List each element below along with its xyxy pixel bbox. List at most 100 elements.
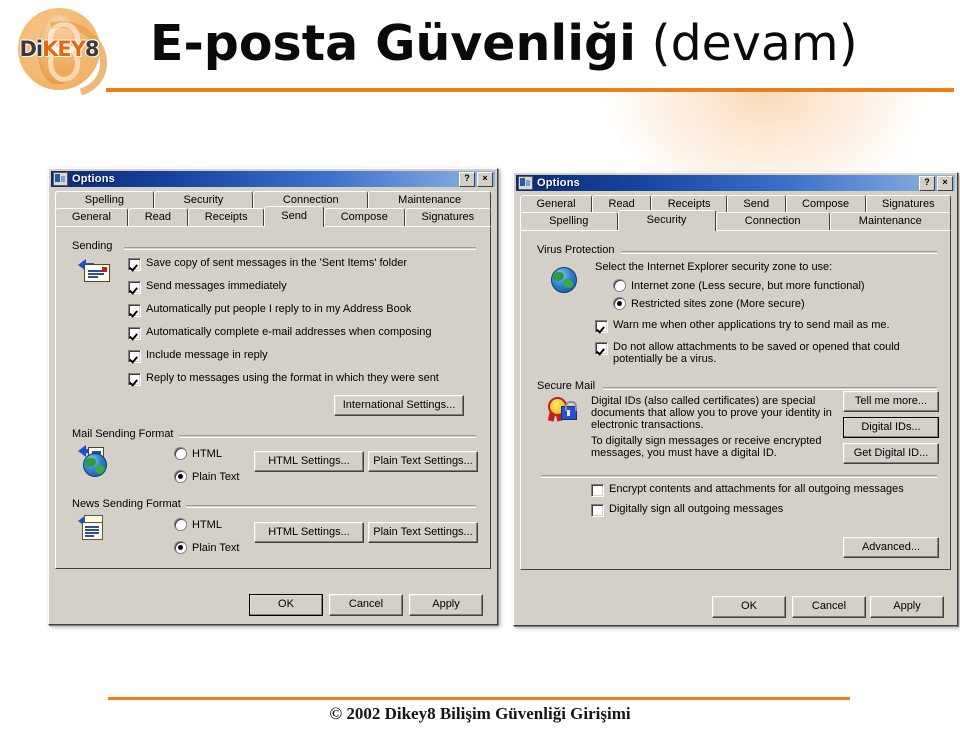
radio-news-html-box[interactable] [174,518,187,531]
radio-mail-html[interactable]: HTML [174,447,222,460]
tab-receipts[interactable]: Receipts [187,208,265,226]
help-button-send[interactable]: ? [459,171,475,187]
radio-news-plain-text-label: Plain Text [192,541,240,554]
checkbox-save-copy-box[interactable] [128,258,141,271]
radio-news-html[interactable]: HTML [174,518,222,531]
tab-compose[interactable]: Compose [323,208,405,226]
checkbox-block-attachments-label: Do not allow attachments to be saved or … [613,341,900,365]
close-button-send[interactable]: × [477,171,493,187]
digital-ids-button[interactable]: Digital IDs... [843,417,939,438]
tabpanel-send: Sending Save copy of sent messages in th… [55,226,491,569]
checkbox-send-immediately-box[interactable] [128,281,141,294]
mail-html-settings-button[interactable]: HTML Settings... [254,451,364,472]
zone-prompt-label: Select the Internet Explorer security zo… [595,261,833,273]
radio-mail-plain-text-label: Plain Text [192,470,240,483]
international-settings-button[interactable]: International Settings... [334,395,464,416]
tell-me-more-button[interactable]: Tell me more... [843,391,939,412]
radio-mail-html-box[interactable] [174,447,187,460]
news-format-document-icon [78,515,104,540]
tab-maintenance-sec[interactable]: Maintenance [829,212,951,230]
get-digital-id-button[interactable]: Get Digital ID... [843,443,939,464]
radio-restricted-zone-box[interactable] [613,297,626,310]
checkbox-reply-format-box[interactable] [128,373,141,386]
tab-maintenance[interactable]: Maintenance [368,191,491,209]
options-dialog-send: Options ? × Spelling Security Connection… [48,168,498,625]
group-sending-rule [124,247,476,250]
tab-general[interactable]: General [55,208,128,226]
checkbox-warn-other-apps[interactable]: Warn me when other applications try to s… [595,319,925,333]
close-button-security[interactable]: × [937,175,953,191]
tabstrip-security: General Read Receipts Send Compose Signa… [520,195,952,231]
checkbox-sign-outgoing-box[interactable] [591,504,604,517]
checkbox-warn-other-apps-box[interactable] [595,320,608,333]
radio-restricted-zone[interactable]: Restricted sites zone (More secure) [613,297,805,310]
cancel-button-send[interactable]: Cancel [329,594,403,616]
globe-icon [83,453,107,477]
secure-mail-paragraph-1: Digital IDs (also called certificates) a… [591,395,832,431]
advanced-button[interactable]: Advanced... [843,537,939,558]
sent-mail-icon [78,259,110,282]
checkbox-auto-address-book[interactable]: Automatically put people I reply to in m… [128,303,468,317]
checkbox-auto-address-book-label: Automatically put people I reply to in m… [146,303,412,315]
checkbox-autocomplete-addresses-box[interactable] [128,327,141,340]
tab-connection-sec[interactable]: Connection [715,212,830,230]
checkbox-encrypt-outgoing-box[interactable] [591,484,604,497]
tab-security[interactable]: Security [153,191,254,209]
radio-mail-plain-text[interactable]: Plain Text [174,470,240,483]
apply-button-send[interactable]: Apply [409,594,483,616]
radio-internet-zone-box[interactable] [613,279,626,292]
tab-compose-sec[interactable]: Compose [785,195,866,213]
radio-news-plain-text[interactable]: Plain Text [174,541,240,554]
logo-wordmark: DiKEY8 [10,37,108,61]
page-title: E-posta Güvenliği (devam) [150,8,950,80]
tab-spelling-sec[interactable]: Spelling [520,212,618,230]
ok-button-send[interactable]: OK [249,594,323,616]
checkbox-include-message[interactable]: Include message in reply [128,349,468,363]
ok-button-security[interactable]: OK [712,596,786,618]
checkbox-auto-address-book-box[interactable] [128,304,141,317]
group-mail-sending-format-rule [176,435,476,438]
titlebar-send[interactable]: Options ? × [51,171,495,187]
digital-certificate-icon [547,397,577,423]
checkbox-block-attachments-box[interactable] [595,342,608,355]
radio-internet-zone[interactable]: Internet zone (Less secure, but more fun… [613,279,865,292]
mail-format-globe-icon [78,445,112,477]
footer-rule [108,697,850,700]
tab-spelling[interactable]: Spelling [55,191,154,209]
apply-button-security[interactable]: Apply [870,596,944,618]
news-plain-text-settings-button[interactable]: Plain Text Settings... [368,522,478,543]
buttonbar-send: OK Cancel Apply [49,589,495,619]
checkbox-save-copy[interactable]: Save copy of sent messages in the 'Sent … [128,257,468,271]
tab-signatures[interactable]: Signatures [404,208,492,226]
news-html-settings-button[interactable]: HTML Settings... [254,522,364,543]
checkbox-encrypt-outgoing[interactable]: Encrypt contents and attachments for all… [591,483,921,497]
checkbox-sign-outgoing[interactable]: Digitally sign all outgoing messages [591,503,921,517]
checkbox-autocomplete-addresses[interactable]: Automatically complete e-mail addresses … [128,326,474,340]
checkbox-reply-format[interactable]: Reply to messages using the format in wh… [128,372,474,386]
group-virus-protection-rule [621,251,937,254]
tab-signatures-sec[interactable]: Signatures [865,195,952,213]
cancel-button-security[interactable]: Cancel [792,596,866,618]
radio-mail-plain-text-box[interactable] [174,470,187,483]
titlebar-title-security: Options [537,177,580,189]
tab-read[interactable]: Read [127,208,188,226]
tab-general-sec[interactable]: General [520,195,593,213]
document-front-shape [82,522,103,540]
titlebar-security[interactable]: Options ? × [516,175,955,191]
checkbox-include-message-box[interactable] [128,350,141,363]
tab-security-sec[interactable]: Security [617,210,716,231]
checkbox-send-immediately[interactable]: Send messages immediately [128,280,468,294]
security-zone-globe-icon [551,267,577,293]
radio-news-plain-text-box[interactable] [174,541,187,554]
footer-copyright: © 2002 Dikey8 Bilişim Güvenliği Girişimi [329,704,631,723]
checkbox-include-message-label: Include message in reply [146,349,268,361]
checkbox-autocomplete-addresses-label: Automatically complete e-mail addresses … [146,326,432,338]
mail-plain-text-settings-button[interactable]: Plain Text Settings... [368,451,478,472]
tab-send-sec[interactable]: Send [726,195,786,213]
group-secure-mail-label: Secure Mail [537,380,601,392]
titlebar-title-send: Options [72,173,115,185]
checkbox-block-attachments[interactable]: Do not allow attachments to be saved or … [595,341,915,365]
tab-send[interactable]: Send [264,206,324,227]
radio-mail-html-label: HTML [192,447,222,460]
help-button-security[interactable]: ? [919,175,935,191]
